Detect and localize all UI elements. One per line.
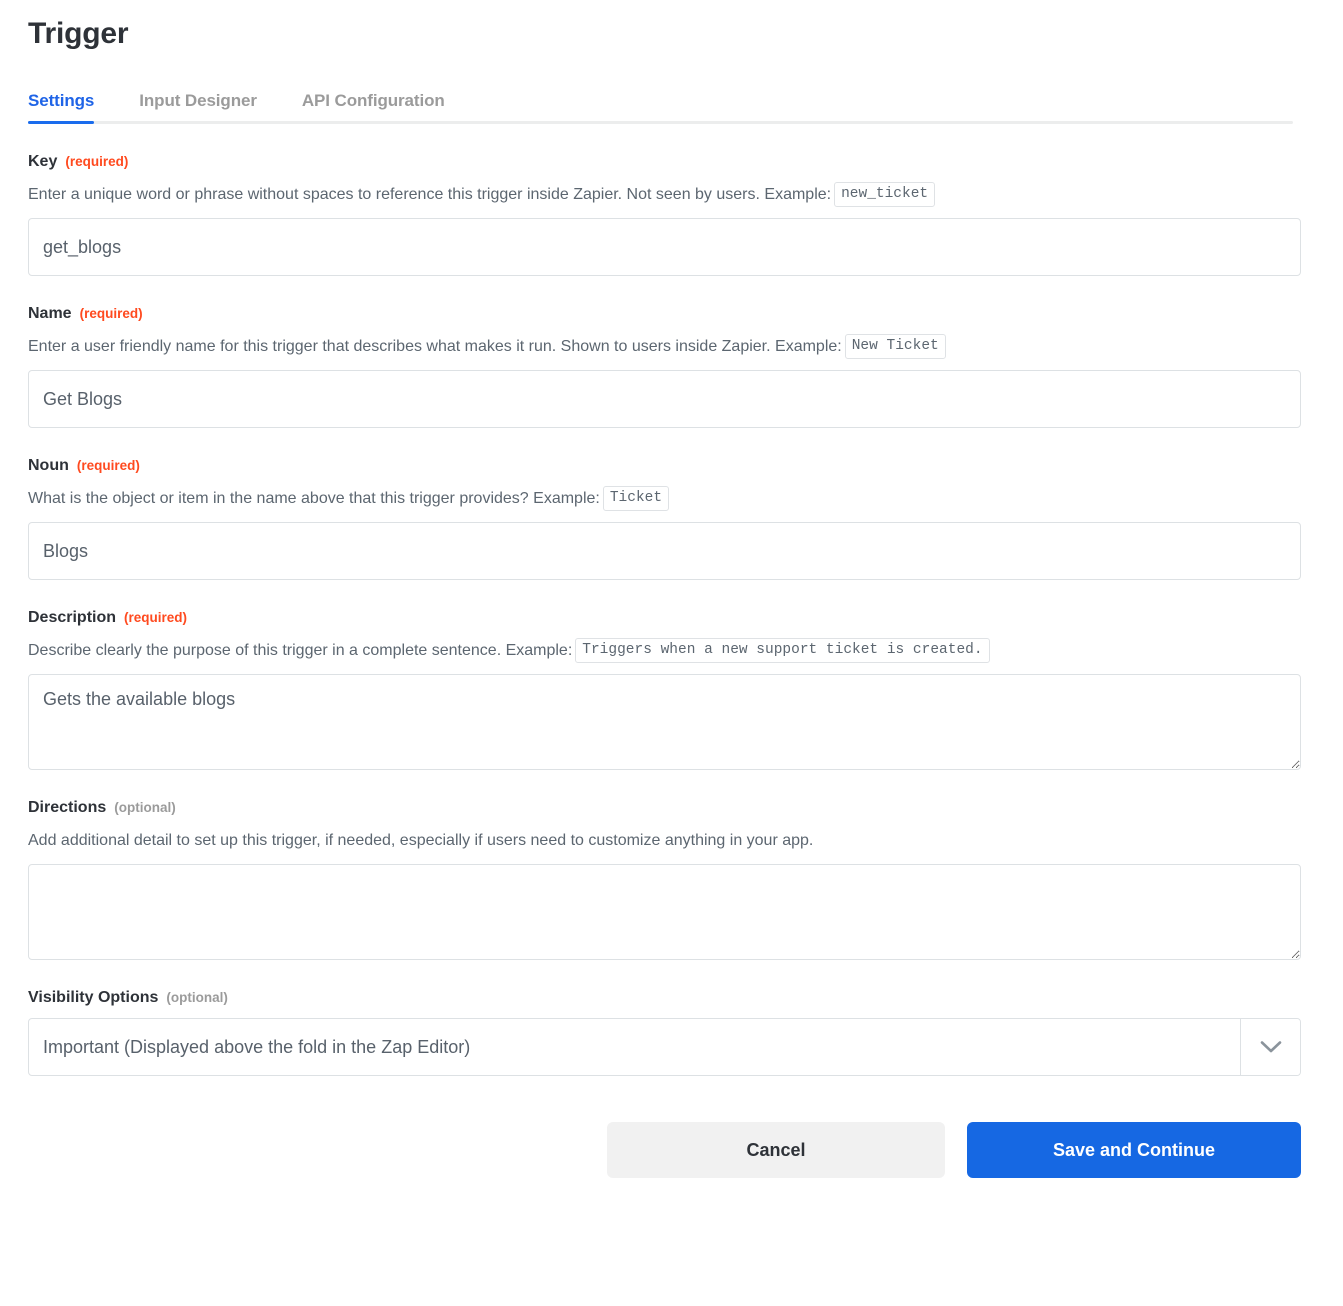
save-and-continue-button[interactable]: Save and Continue	[967, 1122, 1301, 1178]
field-noun-help-text: What is the object or item in the name a…	[28, 490, 600, 507]
field-description-example: Triggers when a new support ticket is cr…	[575, 638, 990, 664]
cancel-button[interactable]: Cancel	[607, 1122, 945, 1178]
noun-input[interactable]	[28, 522, 1301, 580]
key-input[interactable]	[28, 218, 1301, 276]
field-directions-help-text: Add additional detail to set up this tri…	[28, 832, 814, 849]
field-noun-requirement: (required)	[76, 458, 140, 473]
visibility-selected-value: Important (Displayed above the fold in t…	[43, 1036, 471, 1057]
field-description-label-row: Description (required)	[28, 608, 1315, 628]
tab-input-designer[interactable]: Input Designer	[139, 91, 257, 124]
field-directions-requirement: (optional)	[114, 800, 176, 815]
field-name-label-row: Name (required)	[28, 304, 1315, 324]
field-key-label: Key	[28, 153, 58, 170]
field-name-help-text: Enter a user friendly name for this trig…	[28, 338, 842, 355]
description-textarea[interactable]: Gets the available blogs	[28, 674, 1301, 770]
field-description-requirement: (required)	[124, 610, 188, 625]
field-description: Description (required) Describe clearly …	[28, 608, 1315, 770]
field-noun-example: Ticket	[602, 486, 670, 512]
field-noun: Noun (required) What is the object or it…	[28, 456, 1315, 580]
field-name-example: New Ticket	[844, 334, 946, 360]
field-name-label: Name	[28, 305, 72, 322]
field-directions-help: Add additional detail to set up this tri…	[28, 828, 1315, 854]
field-name-help: Enter a user friendly name for this trig…	[28, 334, 1315, 360]
directions-textarea[interactable]	[28, 864, 1301, 960]
field-key-help: Enter a unique word or phrase without sp…	[28, 182, 1315, 208]
field-directions-label: Directions	[28, 799, 107, 816]
field-visibility-label-row: Visibility Options (optional)	[28, 988, 1315, 1008]
field-visibility-options: Visibility Options (optional) Important …	[28, 988, 1315, 1076]
tab-bar: Settings Input Designer API Configuratio…	[28, 78, 1293, 124]
field-visibility-label: Visibility Options	[28, 989, 159, 1006]
name-input[interactable]	[28, 370, 1301, 428]
form-footer: Cancel Save and Continue	[28, 1122, 1301, 1178]
field-key-help-text: Enter a unique word or phrase without sp…	[28, 186, 832, 203]
page-title: Trigger	[28, 17, 129, 50]
field-key-requirement: (required)	[65, 154, 129, 169]
field-noun-label: Noun	[28, 457, 69, 474]
field-noun-help: What is the object or item in the name a…	[28, 486, 1315, 512]
visibility-options-select[interactable]: Important (Displayed above the fold in t…	[28, 1018, 1301, 1076]
field-name: Name (required) Enter a user friendly na…	[28, 304, 1315, 428]
chevron-down-icon[interactable]	[1240, 1019, 1300, 1075]
field-name-requirement: (required)	[79, 306, 143, 321]
tab-settings[interactable]: Settings	[28, 91, 95, 124]
field-key: Key (required) Enter a unique word or ph…	[28, 152, 1315, 276]
field-key-example: new_ticket	[834, 182, 936, 208]
field-directions-label-row: Directions (optional)	[28, 798, 1315, 818]
field-directions: Directions (optional) Add additional det…	[28, 798, 1315, 960]
field-description-help-text: Describe clearly the purpose of this tri…	[28, 642, 573, 659]
field-description-help: Describe clearly the purpose of this tri…	[28, 638, 1315, 664]
field-description-label: Description	[28, 609, 117, 626]
trigger-settings-page: Trigger Settings Input Designer API Conf…	[0, 0, 1343, 1178]
field-key-label-row: Key (required)	[28, 152, 1315, 172]
field-visibility-requirement: (optional)	[166, 990, 228, 1005]
field-noun-label-row: Noun (required)	[28, 456, 1315, 476]
tab-api-configuration[interactable]: API Configuration	[302, 91, 445, 124]
